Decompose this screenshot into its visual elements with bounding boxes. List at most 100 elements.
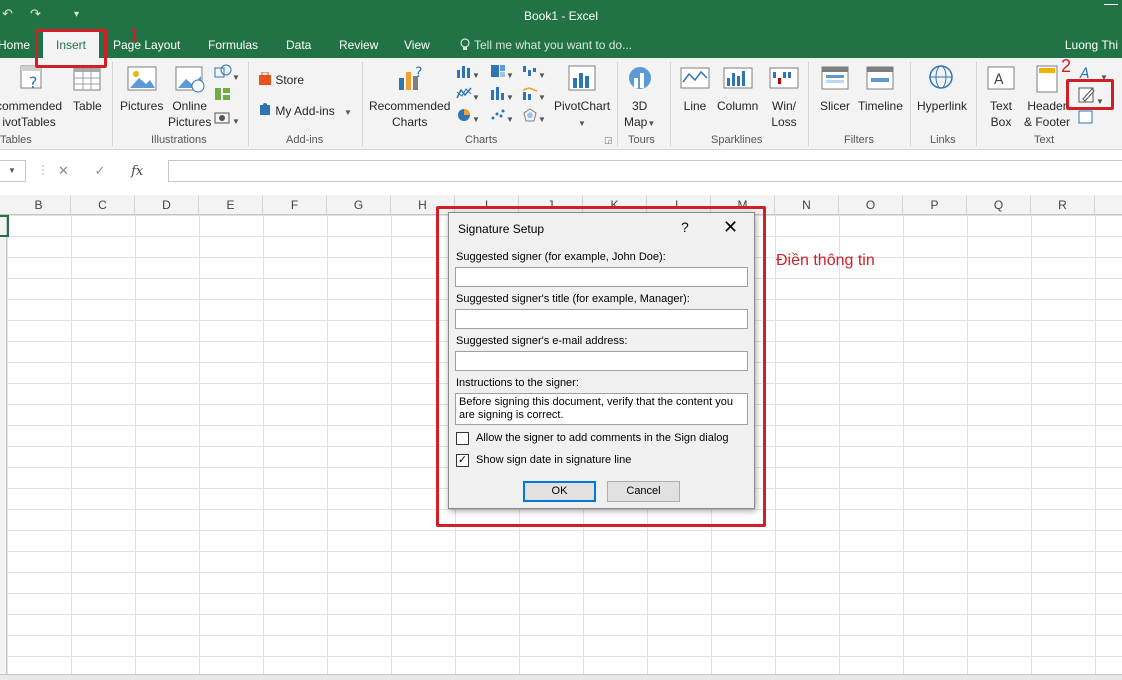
tab-home[interactable]: Home [0,38,30,52]
store-icon [259,71,271,85]
group-label-tables: Tables [0,134,32,146]
pivot-label-1: commended [0,99,63,113]
radar-chart-button[interactable]: ▼ [522,108,546,125]
column-header[interactable]: G [327,195,391,215]
pivottable-icon: ? [20,65,42,92]
table-icon [73,65,101,91]
shapes-button[interactable]: ▼ [214,64,240,83]
text-box-button[interactable]: A Text Box [986,64,1016,130]
pie-chart-icon [458,109,470,121]
column-chart-icon [457,66,470,78]
dropdown-arrow-icon: ▼ [232,73,240,82]
tell-me-box[interactable]: Tell me what you want to do... [460,38,632,52]
column-header[interactable]: E [199,195,263,215]
object-button[interactable] [1078,110,1094,127]
sparkline-line-button[interactable]: Line [680,64,710,114]
name-box[interactable]: ▼ [0,160,26,182]
dropdown-arrow-icon: ▼ [538,93,546,102]
dropdown-arrow-icon: ▼ [472,93,480,102]
recommended-charts-button[interactable]: ? Recommended Charts [369,64,450,130]
slicer-button[interactable]: Slicer [820,64,850,114]
insert-function-icon[interactable]: fx [131,164,143,179]
column-header[interactable]: F [263,195,327,215]
hyperlink-label: Hyperlink [917,99,968,113]
scatter-chart-button[interactable]: ▼ [490,108,514,125]
online-pictures-label-1: Online [172,99,208,113]
pictures-label: Pictures [120,99,164,113]
tab-data[interactable]: Data [286,38,311,52]
sparkline-winloss-button[interactable]: Win/ Loss [769,64,799,130]
group-separator [976,62,977,146]
table-button[interactable]: Table [73,64,102,114]
dropdown-arrow-icon: ▼ [538,71,546,80]
column-header[interactable]: P [903,195,967,215]
hierarchy-chart-button[interactable]: ▼ [490,64,514,81]
column-header[interactable]: R [1031,195,1095,215]
column-header[interactable]: C [71,195,135,215]
sparkline-column-icon [723,67,753,89]
combo-chart-button[interactable]: ▼ [522,86,546,103]
ribbon-insert: ? commended ivotTables Table Tables Pict… [0,58,1122,150]
sparkline-column-button[interactable]: Column [717,64,758,114]
column-header[interactable]: O [839,195,903,215]
line-chart-icon [456,87,472,99]
map-label-1: 3D [631,99,648,113]
scatter-chart-icon [491,109,505,120]
sparkline-line-label: Line [683,99,707,113]
annotation-step-2: 2 [1061,56,1072,76]
hyperlink-button[interactable]: Hyperlink [917,64,967,114]
group-label-links: Links [930,134,956,146]
3d-map-button[interactable]: 3D Map▼ [624,64,655,132]
excel-window: ↶ ↷ ▾ Book1 - Excel Home Insert Page Lay… [0,0,1122,680]
tab-formulas[interactable]: Formulas [208,38,258,52]
tab-page-layout[interactable]: Page Layout [113,38,180,52]
enter-icon[interactable]: ✓ [95,163,106,178]
cancel-entry-icon[interactable]: ✕ [58,163,69,178]
chart-dialog-launcher-icon[interactable]: ◲ [604,135,613,146]
pictures-button[interactable]: Pictures [120,64,163,114]
3d-map-icon [628,67,651,89]
waterfall-chart-button[interactable]: ▼ [522,64,546,81]
column-chart-button[interactable]: ▼ [456,64,480,81]
title-bar: ↶ ↷ ▾ Book1 - Excel [0,0,1122,32]
user-name[interactable]: Luong Thi [1065,38,1118,52]
formula-bar-splitter[interactable]: ⋮ [37,163,49,177]
selected-cell[interactable] [0,215,9,237]
header-footer-icon [1036,65,1058,93]
screenshot-icon [214,112,230,124]
group-label-sparklines: Sparklines [711,134,763,146]
hf-label-1: Header [1027,99,1067,113]
rec-charts-label-1: Recommended [369,99,451,113]
window-title: Book1 - Excel [523,9,599,23]
object-icon [1078,110,1093,124]
tab-view[interactable]: View [404,38,430,52]
column-header[interactable]: D [135,195,199,215]
recommended-pivottables-button[interactable]: ? commended ivotTables [0,64,62,130]
winloss-label-2: Loss [771,115,797,129]
svg-text:?: ? [29,73,38,92]
timeline-label: Timeline [858,99,903,113]
store-button[interactable]: Store [258,71,304,87]
line-chart-button[interactable]: ▼ [456,86,480,103]
statistic-chart-icon [491,87,504,100]
timeline-button[interactable]: Timeline [858,64,903,114]
online-pictures-button[interactable]: Online Pictures [168,64,211,130]
dropdown-arrow-icon: ▼ [344,108,352,117]
slicer-label: Slicer [820,99,851,113]
column-header[interactable]: N [775,195,839,215]
column-header[interactable]: Q [967,195,1031,215]
statistic-chart-button[interactable]: ▼ [490,86,514,103]
screenshot-button[interactable]: ▼ [214,110,240,127]
dropdown-arrow-icon: ▼ [506,71,514,80]
my-addins-button[interactable]: My Add-ins ▼ [258,103,352,118]
smartart-button[interactable] [214,86,232,105]
column-header[interactable]: B [7,195,71,215]
dropdown-arrow-icon: ▼ [472,115,480,124]
tab-review[interactable]: Review [339,38,378,52]
pie-chart-button[interactable]: ▼ [456,108,480,125]
textbox-label-2: Box [990,115,1012,129]
minimize-icon[interactable] [1104,4,1118,18]
pivotchart-button[interactable]: PivotChart ▼ [554,64,610,132]
formula-input[interactable] [168,160,1122,182]
timeline-icon [866,66,894,90]
